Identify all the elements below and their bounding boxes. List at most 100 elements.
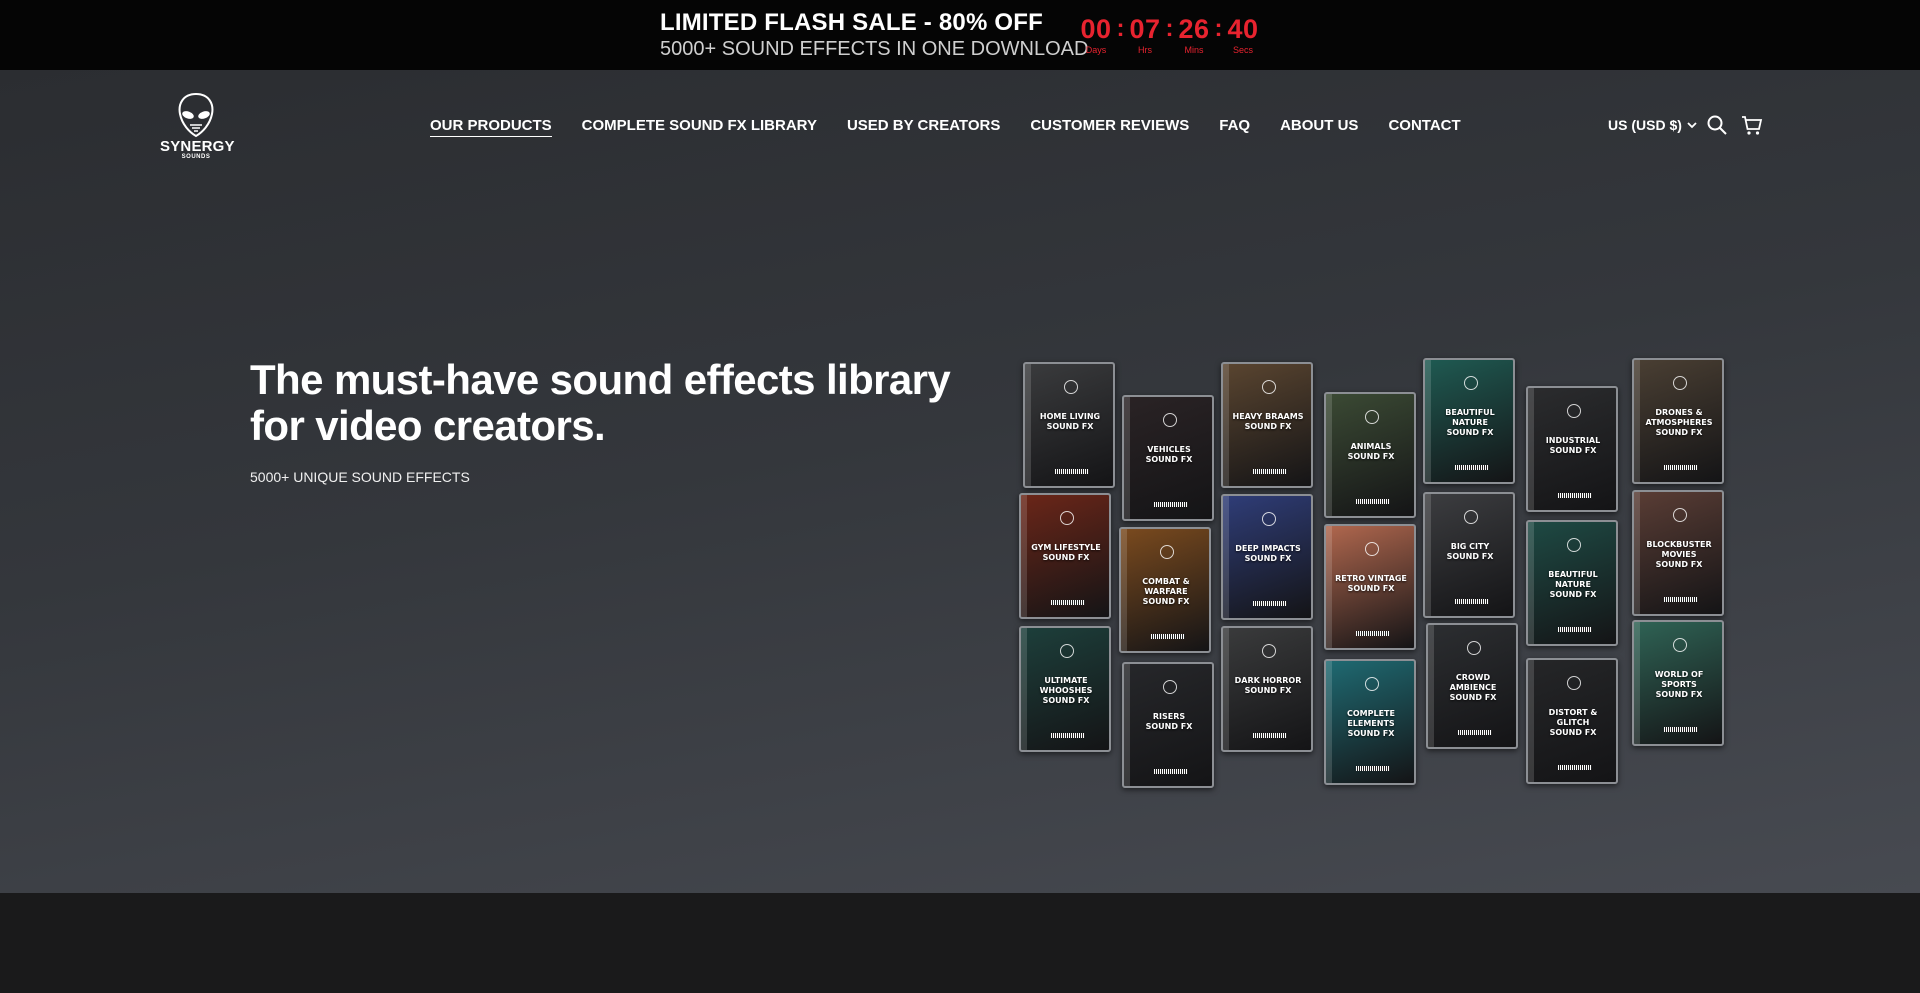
pack-title-line2: SOUND FX — [1549, 590, 1597, 599]
barcode-icon — [1558, 627, 1592, 632]
product-pack[interactable]: COMPLETE ELEMENTS SOUND FX — [1324, 659, 1416, 785]
product-pack[interactable]: DISTORT & GLITCH SOUND FX — [1526, 658, 1618, 784]
pack-title-line2: SOUND FX — [1046, 422, 1094, 431]
pack-title-line1: COMBAT & WARFARE — [1142, 577, 1190, 596]
countdown-minutes: 26 Mins — [1174, 14, 1214, 55]
barcode-icon — [1458, 730, 1492, 735]
pack-logo-icon — [1262, 380, 1276, 394]
product-pack[interactable]: RETRO VINTAGE SOUND FX — [1324, 524, 1416, 650]
product-pack[interactable]: HOME LIVING SOUND FX — [1023, 362, 1115, 488]
barcode-icon — [1455, 599, 1489, 604]
cart-icon — [1742, 116, 1763, 135]
nav-our-products[interactable]: OUR PRODUCTS — [430, 117, 552, 137]
barcode-icon — [1051, 600, 1085, 605]
product-pack[interactable]: COMBAT & WARFARE SOUND FX — [1119, 527, 1211, 653]
pack-logo-icon — [1467, 641, 1481, 655]
product-pack[interactable]: BLOCKBUSTER MOVIES SOUND FX — [1632, 490, 1724, 616]
announcement-bar: LIMITED FLASH SALE - 80% OFF 5000+ SOUND… — [0, 0, 1920, 70]
pack-title-line1: ANIMALS — [1350, 442, 1392, 451]
barcode-icon — [1253, 469, 1287, 474]
pack-logo-icon — [1567, 676, 1581, 690]
countdown-days: 00 Days — [1076, 14, 1116, 55]
hero-title-line1: The must-have sound effects library — [250, 356, 951, 403]
site-logo[interactable]: SYNERGY SOUNDS — [160, 92, 235, 166]
pack-logo-icon — [1064, 380, 1078, 394]
countdown-value: 26 — [1178, 14, 1210, 44]
product-pack[interactable]: CROWD AMBIENCE SOUND FX — [1426, 623, 1518, 749]
search-icon — [1707, 115, 1727, 135]
pack-logo-icon — [1365, 542, 1379, 556]
pack-title-line1: HOME LIVING — [1039, 412, 1101, 421]
barcode-icon — [1664, 465, 1698, 470]
pack-logo-icon — [1464, 376, 1478, 390]
pack-title-line2: SOUND FX — [1347, 729, 1395, 738]
pack-title-line1: COMPLETE ELEMENTS — [1347, 709, 1395, 728]
pack-title: HEAVY BRAAMS SOUND FX — [1229, 412, 1307, 432]
pack-title: INDUSTRIAL SOUND FX — [1534, 436, 1612, 456]
nav-used-by-creators[interactable]: USED BY CREATORS — [847, 117, 1000, 137]
nav-faq[interactable]: FAQ — [1219, 117, 1250, 137]
pack-title-line2: SOUND FX — [1446, 428, 1494, 437]
product-pack[interactable]: DARK HORROR SOUND FX — [1221, 626, 1313, 752]
pack-title-line1: BLOCKBUSTER MOVIES — [1646, 540, 1712, 559]
product-pack[interactable]: BEAUTIFUL NATURE SOUND FX — [1423, 358, 1515, 484]
pack-title-line2: SOUND FX — [1244, 686, 1292, 695]
pack-title-line1: HEAVY BRAAMS — [1232, 412, 1304, 421]
pack-logo-icon — [1673, 376, 1687, 390]
barcode-icon — [1558, 493, 1592, 498]
logo-sub: SOUNDS — [181, 154, 211, 160]
nav-about-us[interactable]: ABOUT US — [1280, 117, 1358, 137]
cart-button[interactable] — [1741, 115, 1763, 136]
pack-title-line2: SOUND FX — [1446, 552, 1494, 561]
hero-title-line2: for video creators. — [250, 402, 606, 449]
pack-title: RISERS SOUND FX — [1130, 712, 1208, 732]
countdown-value: 07 — [1129, 14, 1161, 44]
product-pack[interactable]: GYM LIFESTYLE SOUND FX — [1019, 493, 1111, 619]
countdown-timer: 00 Days : 07 Hrs : 26 Mins : 40 Secs — [1076, 14, 1263, 55]
pack-title-line2: SOUND FX — [1655, 560, 1703, 569]
product-pack[interactable]: BEAUTIFUL NATURE SOUND FX — [1526, 520, 1618, 646]
product-pack[interactable]: VEHICLES SOUND FX — [1122, 395, 1214, 521]
pack-title-line1: DEEP IMPACTS — [1235, 544, 1301, 553]
pack-title-line1: VEHICLES — [1147, 445, 1191, 454]
product-pack[interactable]: DEEP IMPACTS SOUND FX — [1221, 494, 1313, 620]
product-pack[interactable]: INDUSTRIAL SOUND FX — [1526, 386, 1618, 512]
countdown-label: Hrs — [1138, 45, 1152, 55]
pack-title: WORLD OF SPORTS SOUND FX — [1640, 670, 1718, 700]
barcode-icon — [1154, 502, 1188, 507]
search-button[interactable] — [1707, 115, 1727, 135]
pack-logo-icon — [1060, 644, 1074, 658]
barcode-icon — [1558, 765, 1592, 770]
product-pack[interactable]: ANIMALS SOUND FX — [1324, 392, 1416, 518]
countdown-hours: 07 Hrs — [1125, 14, 1165, 55]
pack-logo-icon — [1365, 677, 1379, 691]
pack-logo-icon — [1567, 404, 1581, 418]
pack-title: BEAUTIFUL NATURE SOUND FX — [1431, 408, 1509, 438]
pack-title: GYM LIFESTYLE SOUND FX — [1027, 543, 1105, 563]
pack-title-line1: INDUSTRIAL — [1545, 436, 1601, 445]
pack-logo-icon — [1262, 512, 1276, 526]
sale-title: LIMITED FLASH SALE - 80% OFF — [660, 9, 1043, 36]
pack-title-line2: SOUND FX — [1145, 722, 1193, 731]
product-pack[interactable]: BIG CITY SOUND FX — [1423, 492, 1515, 618]
pack-title: DARK HORROR SOUND FX — [1229, 676, 1307, 696]
product-pack[interactable]: ULTIMATE WHOOSHES SOUND FX — [1019, 626, 1111, 752]
product-pack[interactable]: WORLD OF SPORTS SOUND FX — [1632, 620, 1724, 746]
pack-title: BLOCKBUSTER MOVIES SOUND FX — [1640, 540, 1718, 570]
pack-title-line2: SOUND FX — [1142, 597, 1190, 606]
alien-head-icon — [178, 92, 214, 138]
hero-subtitle: 5000+ UNIQUE SOUND EFFECTS — [250, 469, 470, 485]
nav-complete-sound-fx-library[interactable]: COMPLETE SOUND FX LIBRARY — [582, 117, 817, 137]
nav-customer-reviews[interactable]: CUSTOMER REVIEWS — [1030, 117, 1189, 137]
barcode-icon — [1356, 499, 1390, 504]
pack-title: DRONES & ATMOSPHERES SOUND FX — [1640, 408, 1718, 438]
pack-title: HOME LIVING SOUND FX — [1031, 412, 1109, 432]
barcode-icon — [1253, 733, 1287, 738]
product-pack[interactable]: HEAVY BRAAMS SOUND FX — [1221, 362, 1313, 488]
pack-title: COMPLETE ELEMENTS SOUND FX — [1332, 709, 1410, 739]
product-pack[interactable]: RISERS SOUND FX — [1122, 662, 1214, 788]
product-pack[interactable]: DRONES & ATMOSPHERES SOUND FX — [1632, 358, 1724, 484]
nav-contact[interactable]: CONTACT — [1388, 117, 1460, 137]
currency-selector[interactable]: US (USD $) — [1608, 117, 1697, 133]
countdown-label: Mins — [1184, 45, 1204, 55]
